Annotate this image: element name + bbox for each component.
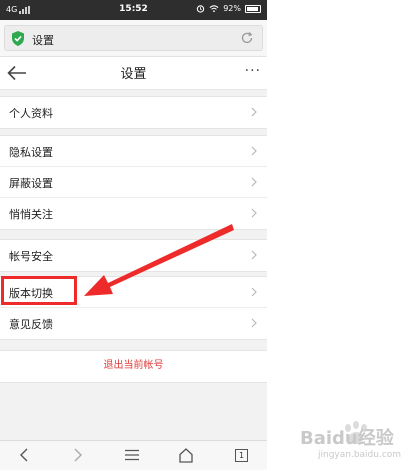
highlight-box	[1, 276, 77, 305]
chevron-right-icon	[251, 107, 257, 117]
menu-icon[interactable]	[124, 447, 140, 463]
chevron-right-icon	[251, 250, 257, 260]
phone-screen: 4G 15:52 92% 设置 设置 ··· 个人资料 隐私设置 屏蔽设置 悄悄…	[0, 0, 267, 470]
chevron-right-icon	[251, 177, 257, 187]
settings-item-account-security[interactable]: 帐号安全	[0, 240, 267, 271]
settings-item-feedback[interactable]: 意见反馈	[0, 308, 267, 339]
address-text: 设置	[32, 34, 54, 47]
page-title: 设置	[120, 67, 147, 82]
settings-item-block[interactable]: 屏蔽设置	[0, 167, 267, 198]
wifi-icon	[209, 5, 219, 13]
status-bar: 4G 15:52 92%	[0, 0, 267, 20]
settings-group-account: 帐号安全	[0, 239, 267, 272]
settings-group-privacy: 隐私设置 屏蔽设置 悄悄关注	[0, 135, 267, 230]
settings-item-label: 意见反馈	[9, 318, 53, 331]
settings-item-label: 个人资料	[9, 107, 53, 120]
settings-item-privacy[interactable]: 隐私设置	[0, 136, 267, 167]
alarm-icon	[197, 5, 205, 13]
settings-item-label: 帐号安全	[9, 250, 53, 263]
battery-icon	[245, 4, 261, 13]
settings-item-label: 屏蔽设置	[9, 177, 53, 190]
tabs-icon[interactable]: 1	[235, 449, 248, 462]
browser-toolbar: 1	[0, 440, 267, 470]
home-icon[interactable]	[178, 447, 194, 463]
reload-icon[interactable]	[240, 31, 254, 45]
chevron-right-icon	[251, 146, 257, 156]
settings-item-secret-follow[interactable]: 悄悄关注	[0, 198, 267, 229]
logout-button[interactable]: 退出当前帐号	[0, 350, 267, 383]
status-right: 92%	[196, 4, 261, 13]
more-icon[interactable]: ···	[245, 59, 261, 83]
browser-address-bar: 设置	[0, 20, 267, 57]
settings-item-profile[interactable]: 个人资料	[0, 97, 267, 128]
back-arrow-icon[interactable]	[6, 64, 28, 82]
watermark-text: Baidu经验	[300, 428, 394, 449]
battery-percent: 92%	[223, 4, 241, 13]
address-field[interactable]: 设置	[4, 25, 263, 51]
nav-forward-icon[interactable]	[72, 447, 84, 463]
chevron-right-icon	[251, 208, 257, 218]
settings-item-label: 悄悄关注	[9, 208, 53, 221]
settings-item-label: 隐私设置	[9, 146, 53, 159]
chevron-right-icon	[251, 287, 257, 297]
watermark-url: jingyan.baidu.com	[318, 450, 402, 460]
shield-icon	[12, 31, 24, 46]
settings-group-profile: 个人资料	[0, 96, 267, 129]
nav-back-icon[interactable]	[18, 447, 30, 463]
chevron-right-icon	[251, 318, 257, 328]
page-header: 设置 ···	[0, 57, 267, 90]
